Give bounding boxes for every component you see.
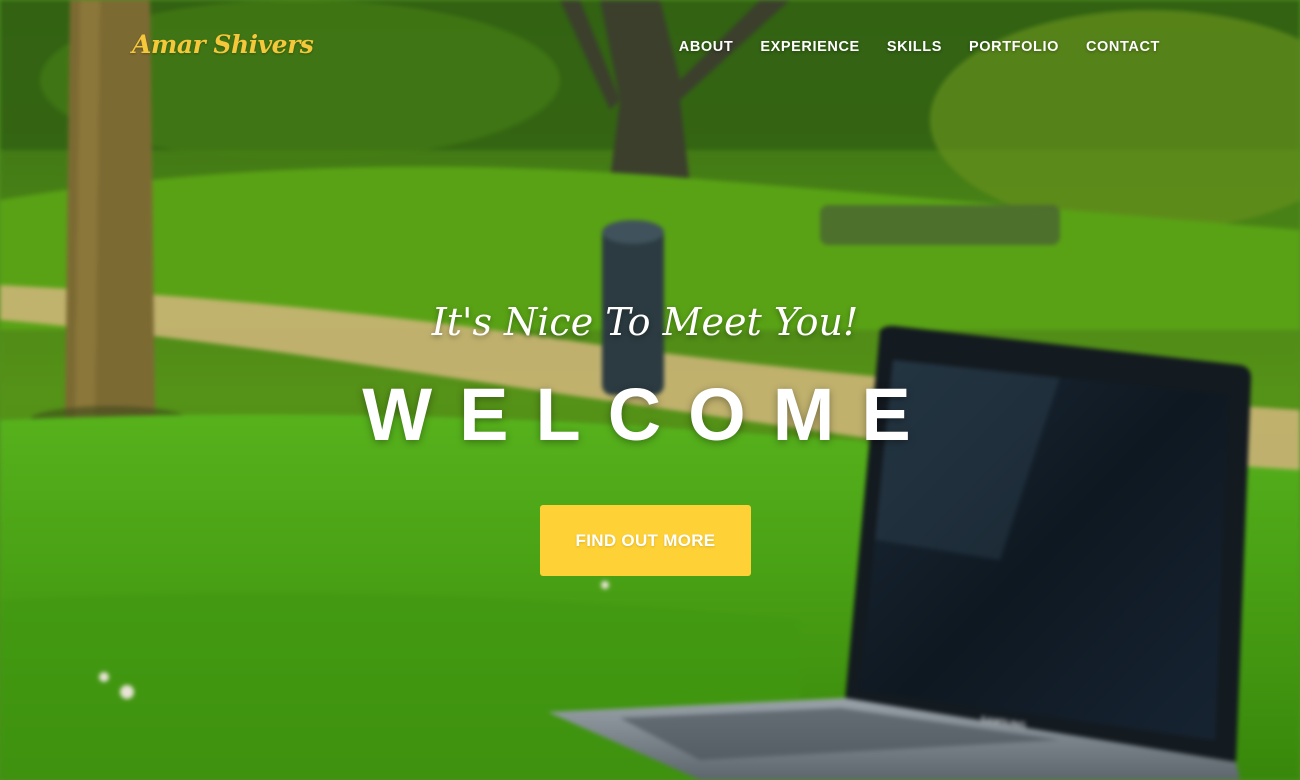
hero-subheading: It's Nice To Meet You! (431, 300, 859, 344)
nav-item-contact: CONTACT (1086, 38, 1160, 56)
nav-item-about: ABOUT (679, 38, 734, 56)
find-out-more-button[interactable]: FIND OUT MORE (540, 505, 751, 576)
hero-section: SAMSUNG Amar Shivers ABOUT EXPERIENCE SK… (0, 0, 1300, 780)
nav-link-experience[interactable]: EXPERIENCE (760, 39, 859, 55)
hero-heading: WELCOME (362, 373, 938, 456)
top-navbar: Amar Shivers ABOUT EXPERIENCE SKILLS POR… (0, 0, 1300, 95)
nav-item-portfolio: PORTFOLIO (969, 38, 1059, 56)
nav-link-about[interactable]: ABOUT (679, 39, 734, 55)
brand-logo[interactable]: Amar Shivers (132, 30, 314, 59)
nav-link-portfolio[interactable]: PORTFOLIO (969, 39, 1059, 55)
nav-link-skills[interactable]: SKILLS (887, 39, 942, 55)
nav-menu: ABOUT EXPERIENCE SKILLS PORTFOLIO CONTAC… (679, 38, 1160, 56)
nav-item-skills: SKILLS (887, 38, 942, 56)
nav-link-contact[interactable]: CONTACT (1086, 39, 1160, 55)
nav-item-experience: EXPERIENCE (760, 38, 859, 56)
